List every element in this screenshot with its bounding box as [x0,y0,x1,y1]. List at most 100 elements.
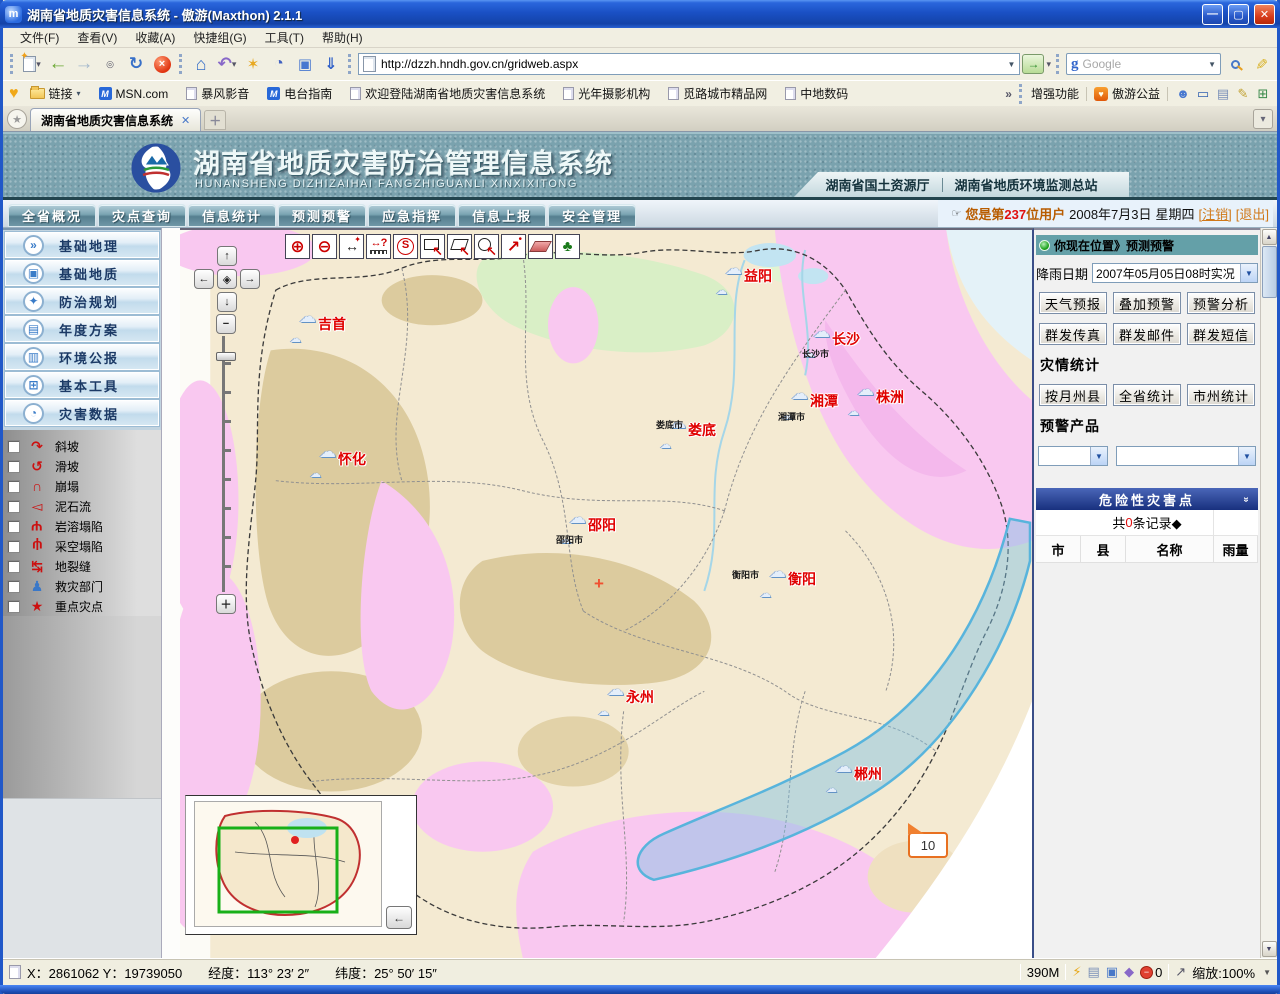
forecast-action-button[interactable]: 叠加预警 [1113,292,1181,314]
globe-grid-icon[interactable]: ⊞ [1255,86,1271,102]
map-viewport[interactable]: ↑ ← ◈ → ↓ − ＋ 吉首 [180,228,1034,958]
window-list-button[interactable]: ▣ [293,52,317,76]
vertical-scrollbar[interactable]: ▲ ▼ [1260,228,1277,958]
broadcast-action-button[interactable]: 群发邮件 [1113,323,1181,345]
menu-item[interactable]: 收藏(A) [126,27,184,48]
select-polygon-icon[interactable] [447,234,472,259]
pan-icon[interactable] [339,234,364,259]
magic-fill-button[interactable]: ✶ [241,52,265,76]
pan-up-button[interactable]: ↑ [217,246,237,266]
nav-tab[interactable]: 全省概况 [8,204,96,227]
nav-tab[interactable]: 预测预警 [278,204,366,227]
layer-checkbox[interactable] [7,580,20,593]
layer-checkbox[interactable] [7,560,20,573]
active-tab[interactable]: 湖南省地质灾害信息系统 ✕ [30,108,201,131]
zoom-slider-handle[interactable] [216,352,236,361]
restore-button[interactable]: ▢ [1228,4,1249,25]
broadcast-action-button[interactable]: 群发短信 [1187,323,1255,345]
full-extent-icon[interactable] [555,234,580,259]
new-tab-button[interactable]: ＋ [204,110,226,130]
minimize-button[interactable]: — [1202,4,1223,25]
forecast-action-button[interactable]: 预警分析 [1187,292,1255,314]
pan-left-button[interactable]: ← [194,269,214,289]
menu-item[interactable]: 查看(V) [68,27,126,48]
proxy-icon[interactable]: ▤ [1087,964,1099,980]
nav-tab[interactable]: 应急指挥 [368,204,456,227]
layer-label[interactable]: 重点灾点 [55,598,103,615]
pages-icon[interactable]: ▤ [1215,86,1231,102]
sidebar-section-item[interactable]: » 基础地理 [5,232,159,258]
popup-blocker-icon[interactable]: ▣ [1106,964,1118,980]
layer-label[interactable]: 采空塌陷 [55,538,103,555]
measure-distance-icon[interactable] [366,234,391,259]
layer-label[interactable]: 崩塌 [55,478,79,495]
scroll-down-arrow[interactable]: ▼ [1262,941,1277,957]
address-bar[interactable]: http://dzzh.hndh.gov.cn/gridweb.aspx ▼ [358,53,1020,75]
stats-action-button[interactable]: 按月州县 [1039,384,1107,406]
pan-down-button[interactable]: ↓ [217,292,237,312]
splitter[interactable] [161,228,180,958]
land-resources-link[interactable]: 湖南省国土资源厅 [825,175,929,194]
rainfall-flag-marker[interactable]: 10 [908,832,948,858]
zoom-out-icon[interactable] [312,234,337,259]
layer-checkbox[interactable] [7,540,20,553]
layer-checkbox[interactable] [7,500,20,513]
exit-link[interactable]: [退出] [1236,204,1269,223]
enhance-features-link[interactable]: 增强功能 [1031,85,1079,102]
layer-checkbox[interactable] [7,520,20,533]
logout-link[interactable]: [注销] [1199,204,1232,223]
pan-right-button[interactable]: → [240,269,260,289]
links-bar-item[interactable]: 电台指南 [260,85,339,102]
layer-checkbox[interactable] [7,440,20,453]
highlight-button[interactable]: ✎ [1249,52,1273,76]
maxthon-charity-link[interactable]: 傲游公益 [1112,85,1160,102]
back-button[interactable]: ← [46,52,70,76]
menu-item[interactable]: 文件(F) [11,27,68,48]
rain-date-select[interactable]: 2007年05月05日08时实况 ▼ [1092,263,1258,283]
refresh-button[interactable]: ↻ [124,52,148,76]
stats-action-button[interactable]: 市州统计 [1187,384,1255,406]
nav-tab[interactable]: 信息统计 [188,204,276,227]
zoom-in-slider-button[interactable]: ＋ [216,594,236,614]
scrollbar-thumb[interactable] [1262,246,1277,298]
menu-item[interactable]: 工具(T) [256,27,313,48]
resize-icon[interactable]: ↗ [1175,964,1186,980]
layer-checkbox[interactable] [7,600,20,613]
layer-label[interactable]: 地裂缝 [55,558,91,575]
plugin-icon[interactable]: ◆ [1124,964,1134,980]
stats-action-button[interactable]: 全省统计 [1113,384,1181,406]
forward-button[interactable]: → [72,52,96,76]
go-dropdown[interactable]: ▾ [1046,59,1051,70]
search-engine-dropdown[interactable]: ▼ [1208,60,1216,69]
collapse-chevron-icon[interactable]: » [1241,496,1252,502]
zoom-in-icon[interactable] [285,234,310,259]
links-bar-item[interactable]: 欢迎登陆湖南省地质灾害信息系统 [343,85,552,102]
user-icon[interactable]: ☻ [1175,86,1191,102]
window-icon[interactable]: ▭ [1195,86,1211,102]
search-button[interactable] [1223,52,1247,76]
forecast-action-button[interactable]: 天气预报 [1039,292,1107,314]
menu-item[interactable]: 快捷组(G) [184,27,255,48]
danger-points-header[interactable]: 危险性灾害点 » [1036,488,1258,510]
sidebar-section-item[interactable]: ▥ 环境公报 [5,344,159,370]
zoom-dropdown-icon[interactable]: ▼ [1263,968,1271,977]
links-bar-item[interactable]: 暴风影音 [179,85,256,102]
favorites-heart-icon[interactable]: ♥ [9,85,19,103]
blocked-counter[interactable]: −0 [1140,965,1162,980]
nav-tab[interactable]: 安全管理 [548,204,636,227]
favorites-star-button[interactable]: ★ [7,109,27,129]
links-bar-item[interactable]: 觅路城市精品网 [661,85,774,102]
sidebar-section-item[interactable]: ✦ 防治规划 [5,288,159,314]
select-rectangle-icon[interactable] [420,234,445,259]
close-button[interactable]: ✕ [1254,4,1275,25]
overview-collapse-button[interactable]: ← [386,906,412,929]
search-box[interactable]: g Google ▼ [1066,53,1221,75]
boost-icon[interactable]: ⚡ [1072,964,1081,980]
sidebar-section-item[interactable]: ◔ 灾害数据 [5,400,159,426]
links-overflow-chevron[interactable]: » [1005,87,1012,101]
sidebar-section-item[interactable]: ▣ 基础地质 [5,260,159,286]
pan-center-button[interactable]: ◈ [217,269,237,289]
monitoring-station-link[interactable]: 湖南省地质环境监测总站 [955,175,1098,194]
pen-icon[interactable]: ✎ [1235,86,1251,102]
tab-list-button[interactable]: ▾ [1253,109,1273,129]
